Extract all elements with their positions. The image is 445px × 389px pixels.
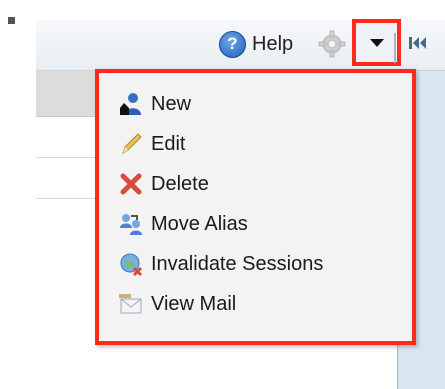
menu-item-label: View Mail (151, 292, 237, 315)
menu-item-edit[interactable]: Edit (117, 127, 185, 161)
invalidate-sessions-icon (117, 250, 145, 278)
collapse-left-icon[interactable] (406, 35, 430, 51)
menu-item-move-alias[interactable]: Move Alias (117, 207, 248, 241)
caret-down-icon (369, 38, 384, 47)
menu-item-label: Delete (151, 172, 209, 195)
toolbar-divider (394, 33, 396, 63)
move-alias-icon (117, 210, 145, 238)
list-bullet (8, 17, 15, 24)
help-icon: ? (219, 30, 246, 58)
gear-icon[interactable] (318, 30, 346, 58)
menu-item-label: New (151, 92, 192, 115)
actions-dropdown-menu: New Edit Delete Move Alias Invalidate Se… (95, 69, 416, 345)
new-user-icon (117, 90, 145, 118)
menu-item-label: Edit (151, 132, 186, 155)
help-label: Help (252, 32, 294, 55)
delete-x-icon (117, 170, 145, 198)
menu-item-invalidate-sessions[interactable]: Invalidate Sessions (117, 247, 323, 281)
menu-item-delete[interactable]: Delete (117, 167, 209, 201)
help-button[interactable]: ? Help (219, 30, 294, 58)
view-mail-icon (117, 290, 145, 318)
pencil-icon (117, 130, 145, 158)
menu-item-new[interactable]: New (117, 87, 191, 121)
menu-item-label: Move Alias (151, 212, 248, 235)
menu-item-label: Invalidate Sessions (151, 252, 324, 275)
menu-item-view-mail[interactable]: View Mail (117, 287, 236, 321)
